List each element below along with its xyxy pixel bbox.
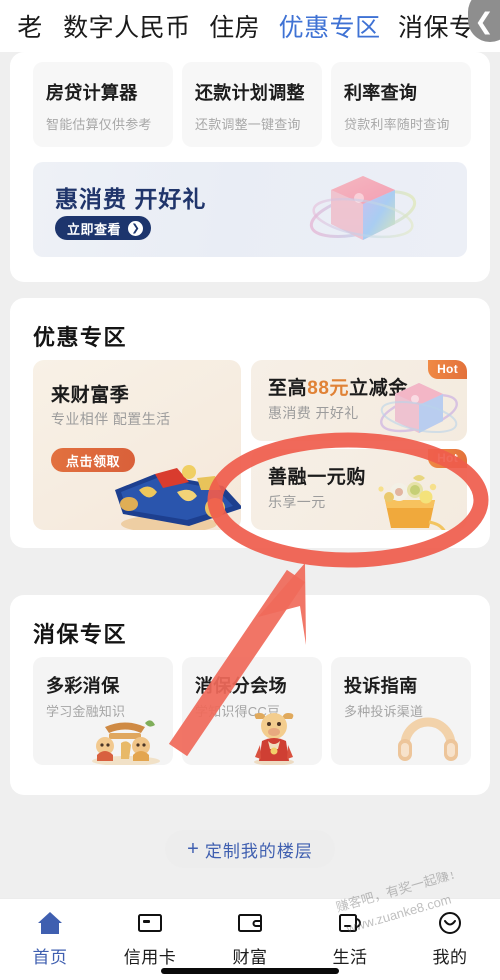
claim-button[interactable]: 点击领取 xyxy=(51,448,135,472)
tool-title: 房贷计算器 xyxy=(46,83,138,103)
nav-label: 财富 xyxy=(232,948,268,967)
card-subtitle: 乐享一元 xyxy=(268,494,326,510)
tab-shuzirenminbi[interactable]: 数字人民币 xyxy=(63,8,191,44)
youhui-card-laicaifuji[interactable]: 来财富季 专业相伴 配置生活 点击领取 xyxy=(33,360,241,530)
xiaobao-card-fenhuichang[interactable]: 消保分会场 学知识得CC豆 xyxy=(182,657,322,765)
hot-badge: Hot xyxy=(428,449,467,468)
tab-yanglao[interactable]: 老 xyxy=(17,8,43,44)
tool-interest-rate-query[interactable]: 利率查询 贷款利率随时查询 xyxy=(331,62,471,147)
tab-zhufang[interactable]: 住房 xyxy=(209,8,260,44)
tools-row: 房贷计算器 智能估算仅供参考 还款计划调整 还款调整一键查询 利率查询 贷款利率… xyxy=(33,62,471,147)
gift-cube-icon xyxy=(309,176,417,240)
credit-card-icon xyxy=(136,910,164,936)
hot-badge: Hot xyxy=(428,360,467,379)
card-title: 来财富季 xyxy=(51,385,130,406)
card-title: 投诉指南 xyxy=(344,676,418,696)
xiaobao-section-card: 消保专区 多彩消保 学习金融知识 消保分会场 学知识得CC豆 投诉指南 多种投诉… xyxy=(10,595,490,795)
tab-youhuizhuanqu[interactable]: 优惠专区 xyxy=(279,8,381,44)
youhui-card-88-voucher[interactable]: 至高88元立减金 惠消费 开好礼 Hot xyxy=(251,360,467,441)
bottom-nav-bar: 首页 信用卡 财富 生活 我的 xyxy=(0,898,500,980)
customize-floor-button[interactable]: + 定制我的楼层 xyxy=(165,830,335,868)
tool-mortgage-calculator[interactable]: 房贷计算器 智能估算仅供参考 xyxy=(33,62,173,147)
nav-label: 信用卡 xyxy=(123,948,177,967)
chevron-right-icon: ❯ xyxy=(128,220,144,236)
nav-label: 我的 xyxy=(432,948,468,967)
youhui-card-shanrong-1yuan[interactable]: 善融一元购 乐享一元 Hot xyxy=(251,449,467,530)
card-title-prefix: 至高 xyxy=(268,378,308,399)
grocery-basket-icon xyxy=(378,475,446,530)
card-title: 多彩消保 xyxy=(46,676,120,696)
promo-banner-cta[interactable]: 立即查看 ❯ xyxy=(55,216,152,240)
nav-label: 首页 xyxy=(32,948,68,967)
claim-button-label: 点击领取 xyxy=(65,453,120,469)
tool-title: 还款计划调整 xyxy=(195,83,305,103)
app-screen: 老 数字人民币 住房 优惠专区 消保专区 ❮ 房贷计算器 智能估算仅供参考 还款… xyxy=(0,0,500,980)
section-title-youhui: 优惠专区 xyxy=(33,325,128,350)
nav-label: 生活 xyxy=(332,948,368,967)
nav-item-home[interactable]: 首页 xyxy=(0,899,100,980)
tool-repayment-adjust[interactable]: 还款计划调整 还款调整一键查询 xyxy=(182,62,322,147)
promo-banner[interactable]: 惠消费 开好礼 立即查看 ❯ xyxy=(33,162,467,257)
card-title-suffix: 立减金 xyxy=(349,378,408,399)
section-title-xiaobao: 消保专区 xyxy=(33,622,128,647)
card-subtitle: 专业相伴 配置生活 xyxy=(51,411,171,427)
nav-item-mine[interactable]: 我的 xyxy=(400,899,500,980)
wallet-icon xyxy=(236,910,264,936)
customize-floor-label: 定制我的楼层 xyxy=(204,841,313,861)
xiaobao-row: 多彩消保 学习金融知识 消保分会场 学知识得CC豆 投诉指南 多种投诉渠道 xyxy=(33,657,471,765)
tool-title: 利率查询 xyxy=(344,83,418,103)
plus-icon: + xyxy=(187,838,199,860)
card-title: 消保分会场 xyxy=(195,676,287,696)
tool-subtitle: 还款调整一键查询 xyxy=(195,117,301,132)
chevron-left-icon: ❮ xyxy=(474,7,494,34)
xiaobao-card-tousu-guide[interactable]: 投诉指南 多种投诉渠道 xyxy=(331,657,471,765)
tool-subtitle: 贷款利率随时查询 xyxy=(344,117,450,132)
xiaobao-card-duocai[interactable]: 多彩消保 学习金融知识 xyxy=(33,657,173,765)
tool-subtitle: 智能估算仅供参考 xyxy=(46,117,152,132)
card-title-amount: 88元 xyxy=(307,378,350,399)
card-subtitle: 多种投诉渠道 xyxy=(344,704,424,719)
card-title: 善融一元购 xyxy=(268,467,367,488)
home-indicator-bar xyxy=(161,968,339,974)
top-tab-bar: 老 数字人民币 住房 优惠专区 消保专区 ❮ xyxy=(0,0,500,52)
smiley-face-icon xyxy=(436,910,464,936)
card-subtitle: 学知识得CC豆 xyxy=(195,704,281,719)
promo-banner-title: 惠消费 开好礼 xyxy=(55,186,207,212)
tools-card: 房贷计算器 智能估算仅供参考 还款计划调整 还款调整一键查询 利率查询 贷款利率… xyxy=(10,52,490,282)
card-subtitle: 学习金融知识 xyxy=(46,704,126,719)
card-subtitle: 惠消费 开好礼 xyxy=(268,405,359,421)
cup-icon xyxy=(336,910,364,936)
card-title: 至高88元立减金 xyxy=(268,373,408,400)
home-icon xyxy=(36,910,64,936)
promo-banner-cta-label: 立即查看 xyxy=(67,221,122,237)
youhui-section-card: 优惠专区 来财富季 专业相伴 配置生活 点击领取 至高88元立减金 惠消费 开好… xyxy=(10,298,490,548)
mascot-pair-icon xyxy=(92,720,160,765)
